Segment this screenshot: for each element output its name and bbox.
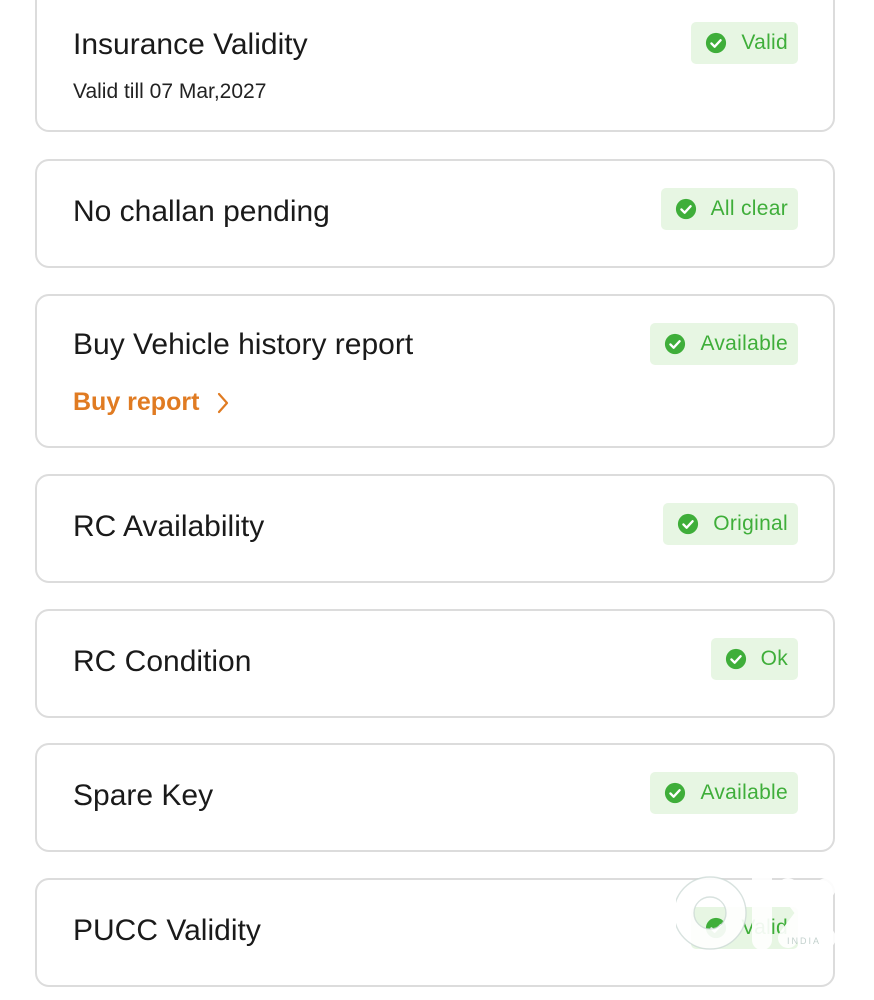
status-badge: Ok [710,638,798,680]
card-subtitle: Valid till 07 Mar,2027 [73,80,267,103]
spare-key-card: Spare Key Available [35,743,835,852]
insurance-validity-card: Insurance Validity Valid till 07 Mar,202… [35,0,835,132]
status-badge: Original [663,503,798,545]
check-circle-icon [675,198,696,220]
card-title: No challan pending [73,195,330,228]
card-title: Spare Key [73,779,214,812]
status-label: Valid [741,31,788,54]
vehicle-details-page: Insurance Validity Valid till 07 Mar,202… [0,0,874,1000]
card-title: RC Condition [73,645,252,678]
status-badge: Valid [691,907,798,949]
chevron-right-icon [218,392,229,413]
rc-condition-card: RC Condition Ok [35,609,835,718]
check-circle-icon [706,917,727,939]
check-circle-icon [706,32,727,54]
card-title: RC Availability [73,510,265,543]
watermark-region-label: INDIA [787,936,822,946]
vehicle-history-card: Buy Vehicle history report Available Buy… [35,294,835,448]
check-circle-icon [725,648,746,670]
status-label: Available [700,781,788,804]
check-circle-icon [665,333,686,355]
check-circle-icon [678,513,699,535]
pucc-validity-card: PUCC Validity Valid [35,878,835,987]
status-label: Valid [741,916,788,939]
status-label: Available [700,332,788,355]
buy-report-link[interactable]: Buy report [73,388,231,417]
status-label: Original [713,512,788,535]
rc-availability-card: RC Availability Original [35,474,835,583]
card-title: Insurance Validity [73,28,308,61]
challan-status-card: No challan pending All clear [35,159,835,268]
card-title: Buy Vehicle history report [73,328,414,361]
status-badge: Available [650,772,798,814]
buy-report-label: Buy report [73,388,200,416]
status-label: All clear [710,197,788,220]
card-title: PUCC Validity [73,914,261,947]
status-badge: Available [650,323,798,365]
status-badge: Valid [691,22,798,64]
status-label: Ok [760,647,788,670]
status-badge: All clear [660,188,798,230]
check-circle-icon [665,782,686,804]
